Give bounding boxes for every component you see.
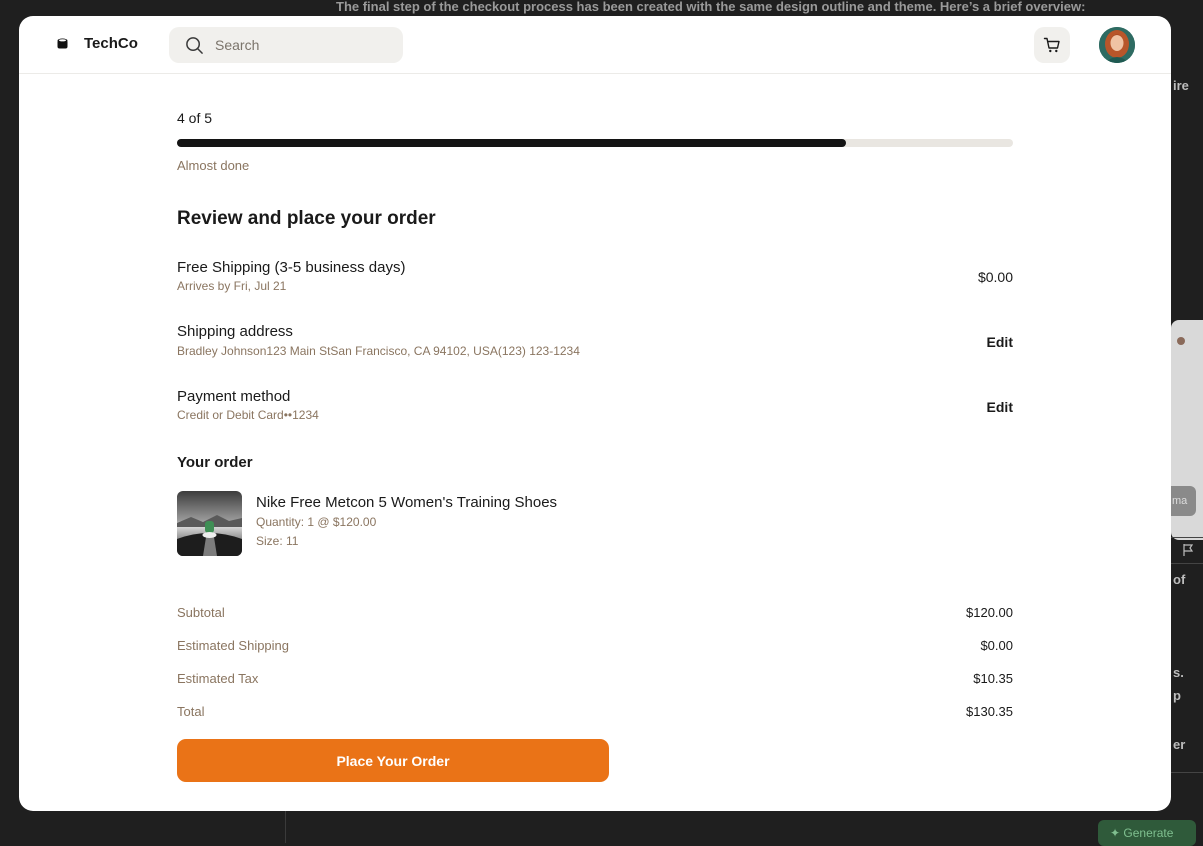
generate-button[interactable]: ✦ Generate xyxy=(1098,820,1196,846)
estimated-shipping-value: $0.00 xyxy=(980,638,1013,653)
background-text-fragment: ire xyxy=(1173,78,1189,93)
edit-payment-button[interactable]: Edit xyxy=(987,399,1013,415)
shipping-method-price: $0.00 xyxy=(977,269,1013,285)
background-text-fragment: er xyxy=(1173,737,1186,752)
progress-bar-fill xyxy=(177,139,846,147)
background-text-fragment: of xyxy=(1173,572,1186,587)
background-side-button: ma xyxy=(1171,486,1196,516)
avatar-image xyxy=(1099,27,1135,63)
estimated-tax-value: $10.35 xyxy=(973,671,1013,686)
total-value: $130.35 xyxy=(966,704,1013,719)
flag-icon xyxy=(1183,544,1194,556)
background-avatar-dot xyxy=(1177,337,1185,345)
edit-address-button[interactable]: Edit xyxy=(987,334,1013,350)
sparkle-icon: ✦ xyxy=(1110,826,1124,840)
payment-method-title: Payment method xyxy=(177,388,291,405)
progress-note: Almost done xyxy=(177,158,250,173)
user-avatar[interactable] xyxy=(1099,27,1135,63)
background-divider xyxy=(1171,772,1203,773)
page-title: Review and place your order xyxy=(177,208,436,229)
product-name[interactable]: Nike Free Metcon 5 Women's Training Shoe… xyxy=(256,494,557,511)
background-heading-text: The final step of the checkout process h… xyxy=(336,0,1086,14)
shipping-address-value: Bradley Johnson123 Main StSan Francisco,… xyxy=(177,344,580,358)
total-label: Total xyxy=(177,704,205,719)
background-divider xyxy=(1171,563,1203,564)
checkout-modal: TechCo 4 of 5 xyxy=(19,16,1171,811)
top-navigation-bar: TechCo xyxy=(19,16,1171,74)
search-input[interactable] xyxy=(215,35,385,55)
brand-name[interactable]: TechCo xyxy=(84,35,138,52)
product-size: Size: 11 xyxy=(256,534,299,548)
subtotal-value: $120.00 xyxy=(966,605,1013,620)
background-text-fragment: p xyxy=(1173,688,1181,703)
brand-logo-icon xyxy=(57,38,68,49)
step-indicator: 4 of 5 xyxy=(177,110,213,126)
cart-button[interactable] xyxy=(1034,27,1070,63)
search-bar[interactable] xyxy=(169,27,403,63)
progress-bar xyxy=(177,139,1013,147)
product-image xyxy=(177,491,242,556)
place-order-button[interactable]: Place Your Order xyxy=(177,739,609,782)
subtotal-label: Subtotal xyxy=(177,605,225,620)
shipping-address-title: Shipping address xyxy=(177,323,293,340)
shopping-cart-icon xyxy=(1043,37,1060,53)
product-quantity: Quantity: 1 @ $120.00 xyxy=(256,515,377,529)
your-order-heading: Your order xyxy=(177,454,253,471)
background-text-fragment: s. xyxy=(1173,665,1184,680)
background-divider xyxy=(1171,537,1203,538)
search-icon xyxy=(186,37,203,54)
shipping-method-title: Free Shipping (3-5 business days) xyxy=(177,259,406,276)
estimated-shipping-label: Estimated Shipping xyxy=(177,638,290,653)
shipping-method-eta: Arrives by Fri, Jul 21 xyxy=(177,279,287,293)
background-divider xyxy=(285,811,286,843)
estimated-tax-label: Estimated Tax xyxy=(177,671,259,686)
payment-method-value: Credit or Debit Card••1234 xyxy=(177,408,319,422)
